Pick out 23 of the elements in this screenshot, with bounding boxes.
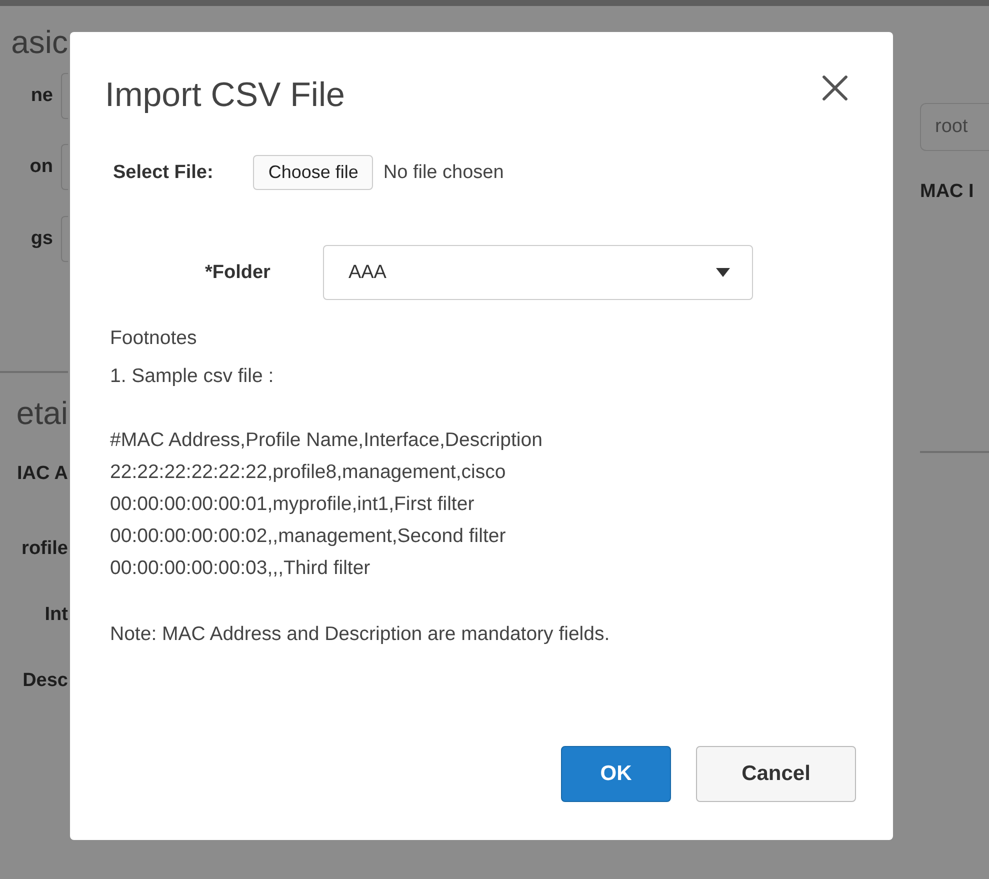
ok-button[interactable]: OK xyxy=(561,746,671,802)
csv-sample-text: #MAC Address,Profile Name,Interface,Description 22:22:22:22:22:22,profile8,management,cisco 00:00:00:00:00:01,myprofile,int1,First filter 00:00:00:00:00:02,,management,Second filter 00:00:00:00:00:03,,,Third filter xyxy=(110,428,544,581)
footnote-text: 1. Sample csv file : xyxy=(110,364,275,389)
field-label: IAC A xyxy=(16,463,68,485)
field-label: *Folder xyxy=(205,262,270,284)
dialog-title: Import CSV File xyxy=(105,76,345,115)
field-label: Int xyxy=(44,604,68,626)
section-title: etai xyxy=(16,395,68,432)
choose-file-button[interactable]: Choose file xyxy=(253,155,374,190)
field-label: MAC I xyxy=(920,181,975,203)
field-label: Select File: xyxy=(113,162,214,184)
file-status: No file chosen xyxy=(383,162,504,184)
folder-select[interactable]: AAA xyxy=(323,245,754,300)
field-label: ne xyxy=(30,85,53,107)
section-title: asic xyxy=(11,24,68,61)
field-label: Desc xyxy=(22,670,68,692)
field-label: on xyxy=(30,156,53,178)
note-text: Note: MAC Address and Description are mandatory fields. xyxy=(110,622,611,647)
footnotes-heading: Footnotes xyxy=(110,326,198,351)
cancel-button[interactable]: Cancel xyxy=(696,746,856,802)
caret-icon xyxy=(716,268,730,277)
field-label: gs xyxy=(30,228,53,250)
field-label: rofile xyxy=(22,538,68,560)
